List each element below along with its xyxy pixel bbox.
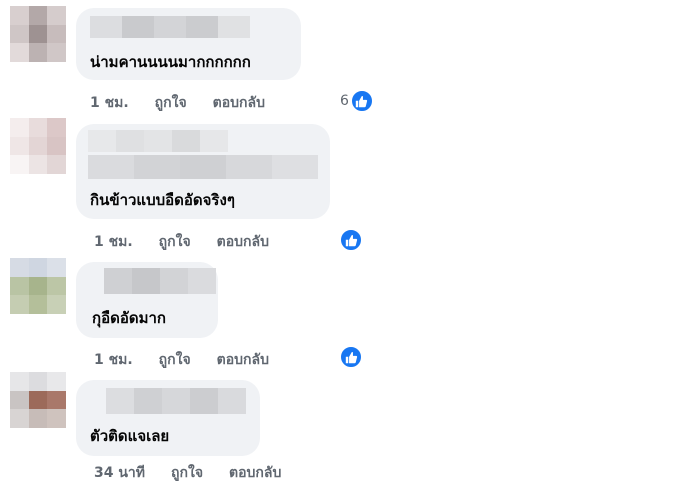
author-name-blurred[interactable] (90, 16, 250, 38)
timestamp[interactable]: 1 ชม. (94, 231, 133, 253)
author-name-blurred (88, 155, 318, 179)
reply-button[interactable]: ตอบกลับ (217, 349, 269, 371)
thumbs-up-icon (339, 228, 363, 252)
like-button[interactable]: ถูกใจ (171, 462, 203, 484)
timestamp[interactable]: 1 ชม. (90, 92, 129, 114)
comment-actions: 1 ชม. ถูกใจ ตอบกลับ (94, 349, 269, 371)
thumbs-up-icon (349, 89, 374, 113)
avatar[interactable] (10, 258, 66, 314)
like-button[interactable]: ถูกใจ (155, 92, 187, 114)
reply-button[interactable]: ตอบกลับ (229, 462, 281, 484)
reaction-summary[interactable] (339, 345, 363, 369)
author-name-blurred[interactable] (104, 268, 216, 294)
reaction-summary[interactable]: 6 (340, 89, 374, 113)
like-button[interactable]: ถูกใจ (159, 231, 191, 253)
comment-text: ตัวติดแจเลย (90, 427, 170, 445)
avatar[interactable] (10, 118, 66, 174)
comment-text: กินข้าวแบบอืดอัดจริงๆ (90, 191, 235, 209)
timestamp[interactable]: 1 ชม. (94, 349, 133, 371)
like-button[interactable]: ถูกใจ (159, 349, 191, 371)
reply-button[interactable]: ตอบกลับ (217, 231, 269, 253)
timestamp[interactable]: 34 นาที (94, 462, 145, 484)
comment-text: กุอืดอัดมาก (92, 309, 166, 327)
reply-button[interactable]: ตอบกลับ (213, 92, 265, 114)
thumbs-up-icon (339, 345, 363, 369)
comment-text: น่ามคานนนนมากกกกกก (90, 53, 251, 71)
reaction-summary[interactable] (339, 228, 363, 252)
reaction-count: 6 (340, 93, 349, 109)
avatar[interactable] (10, 6, 66, 62)
author-name-blurred[interactable] (106, 388, 246, 414)
comment-actions: 34 นาที ถูกใจ ตอบกลับ (94, 462, 281, 484)
comment-actions: 1 ชม. ถูกใจ ตอบกลับ (90, 92, 265, 114)
author-name-blurred[interactable] (88, 130, 228, 152)
comment-actions: 1 ชม. ถูกใจ ตอบกลับ (94, 231, 269, 253)
avatar[interactable] (10, 372, 66, 428)
